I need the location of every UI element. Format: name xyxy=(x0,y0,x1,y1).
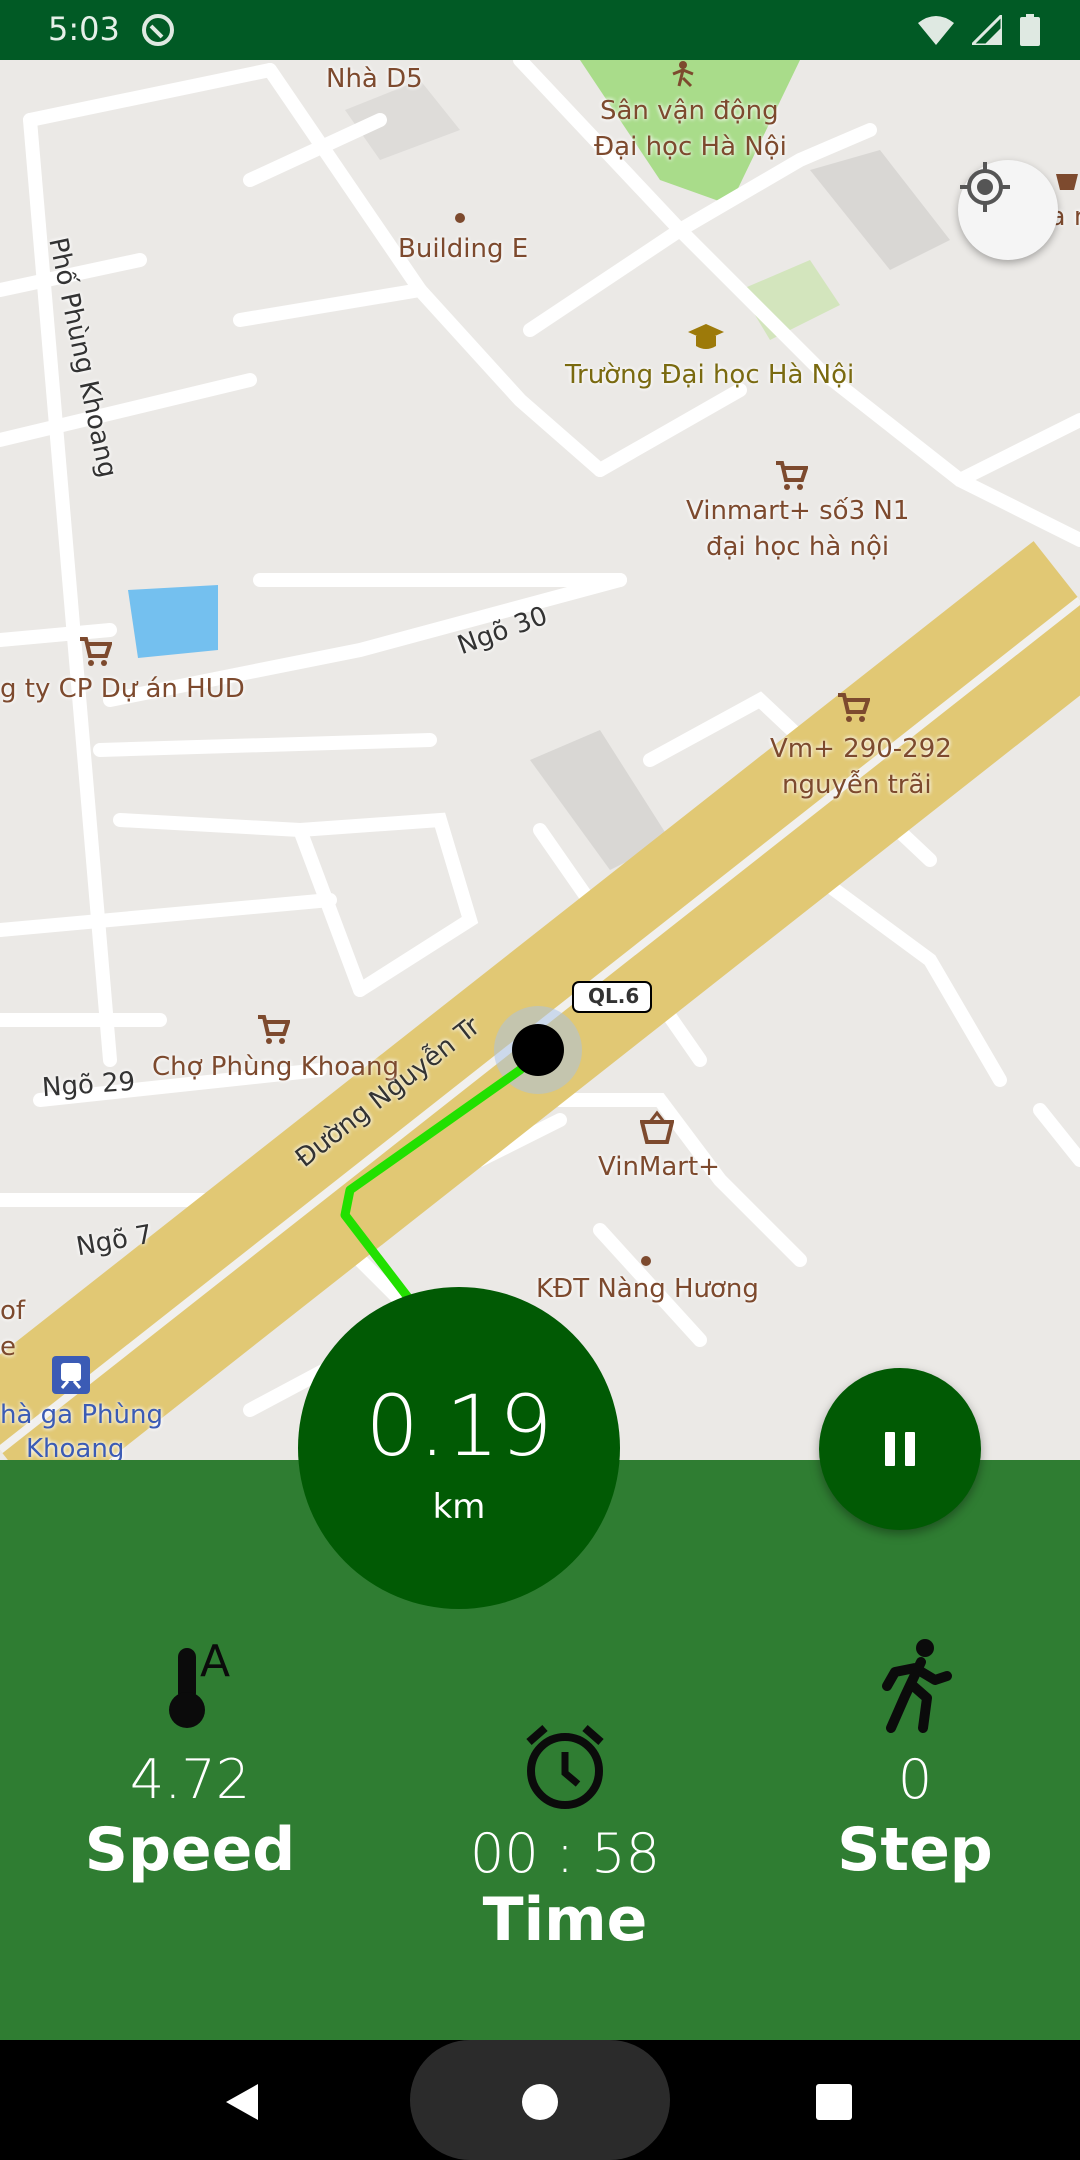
distance-unit: km xyxy=(432,1487,486,1527)
shopping-cart-icon xyxy=(258,1015,290,1044)
map-label: g ty CP Dự án HUD xyxy=(0,674,245,704)
map-label: nguyễn trãi xyxy=(782,770,932,800)
map-label: Nhà D5 xyxy=(326,64,423,94)
thermometer-icon: A xyxy=(169,1636,230,1728)
map-label: Building E xyxy=(398,234,529,264)
locate-me-button[interactable] xyxy=(958,160,1058,260)
shopping-basket-icon xyxy=(1056,174,1078,190)
svg-text:A: A xyxy=(200,1636,230,1687)
running-person-icon xyxy=(882,1639,952,1733)
map-label: hà ga Phùng xyxy=(0,1400,163,1430)
status-time: 5:03 xyxy=(48,10,120,48)
status-bar: 5:03 xyxy=(0,0,1080,60)
map-label: Đại học Hà Nội xyxy=(594,132,787,162)
stadium-icon xyxy=(672,61,694,88)
poi-dot-icon xyxy=(455,213,465,223)
distance-display: 0.19 km xyxy=(298,1287,620,1609)
map-label: KĐT Nàng Hương xyxy=(536,1274,759,1304)
map-view[interactable]: Nhà D5 Sân vận động Đại học Hà Nội Build… xyxy=(0,60,1080,1460)
shopping-cart-icon xyxy=(80,637,112,666)
time-stat: 00 : 58 Time xyxy=(430,1716,700,1955)
pause-button[interactable] xyxy=(819,1368,981,1530)
back-icon[interactable] xyxy=(222,2082,262,2122)
speed-stat: A 4.72 Speed xyxy=(60,1636,320,1885)
my-location-icon xyxy=(960,162,1010,212)
map-label: Sân vận động xyxy=(600,96,779,126)
map-label: Khoang xyxy=(26,1434,125,1460)
train-station-icon xyxy=(52,1356,90,1394)
distance-value: 0.19 xyxy=(365,1377,553,1475)
step-value: 0 xyxy=(897,1748,933,1811)
battery-icon xyxy=(1020,14,1040,46)
map-label: Chợ Phùng Khoang xyxy=(152,1052,400,1082)
status-indicators xyxy=(918,12,1040,48)
pause-icon xyxy=(880,1432,920,1466)
time-value: 00 : 58 xyxy=(470,1822,660,1885)
map-label: e xyxy=(0,1332,16,1362)
speed-label: Speed xyxy=(84,1815,296,1885)
step-label: Step xyxy=(837,1815,993,1885)
map-label: đại học hà nội xyxy=(706,532,890,562)
alarm-clock-icon xyxy=(526,1724,604,1809)
speed-value: 4.72 xyxy=(129,1748,251,1811)
shopping-basket-icon xyxy=(640,1110,674,1144)
poi-dot-icon xyxy=(641,1256,651,1266)
map-label: Trường Đại học Hà Nội xyxy=(565,360,855,390)
current-position-marker xyxy=(512,1024,564,1076)
app-notification-icon xyxy=(142,14,174,46)
route-shield-label: QL.6 xyxy=(588,984,640,1008)
step-stat: 0 Step xyxy=(790,1636,1040,1885)
recents-icon[interactable] xyxy=(814,2082,854,2122)
wifi-icon xyxy=(918,16,954,45)
map-label: VinMart+ xyxy=(598,1152,720,1182)
time-label: Time xyxy=(482,1885,648,1955)
home-icon[interactable] xyxy=(520,2082,560,2122)
water-area xyxy=(128,585,218,658)
shopping-cart-icon xyxy=(838,693,870,722)
signal-icon xyxy=(972,15,1002,45)
shopping-cart-icon xyxy=(776,461,808,490)
graduation-cap-icon xyxy=(688,324,724,349)
map-label: Vinmart+ số3 N1 xyxy=(686,496,910,526)
building-block xyxy=(810,150,950,270)
map-label: of xyxy=(0,1296,26,1326)
map-label: Vm+ 290-292 xyxy=(770,734,952,764)
